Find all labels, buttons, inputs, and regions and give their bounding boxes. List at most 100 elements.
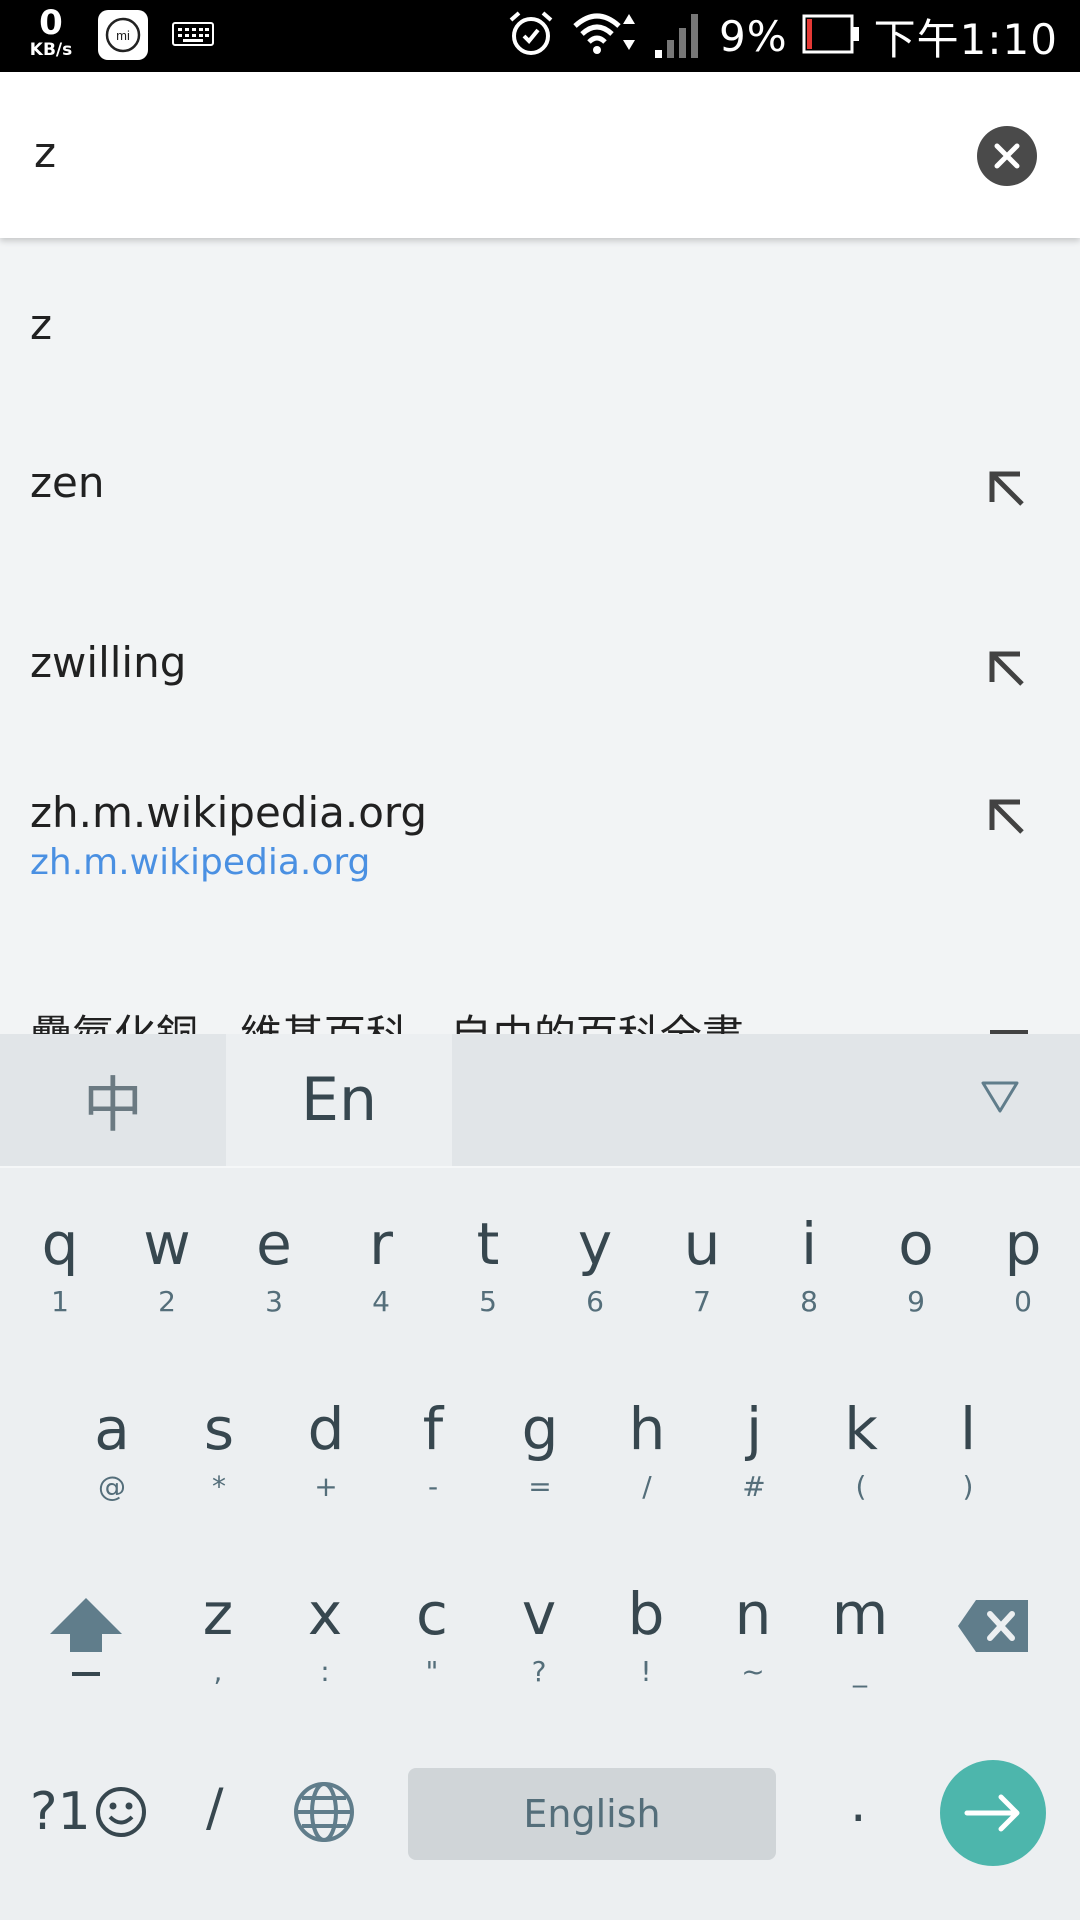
key-main-char: s bbox=[203, 1395, 235, 1463]
key-main-char: q bbox=[41, 1210, 79, 1278]
symbols-emoji-key[interactable]: ?1 bbox=[30, 1782, 149, 1842]
refine-arrow-icon[interactable] bbox=[984, 466, 1028, 510]
key-secondary-char: , bbox=[213, 1655, 223, 1688]
key-secondary-char: 0 bbox=[1014, 1285, 1032, 1318]
close-icon bbox=[994, 143, 1020, 169]
key-h[interactable]: h / bbox=[594, 1394, 700, 1504]
key-q[interactable]: q1 bbox=[7, 1209, 113, 1319]
key-main-char: k bbox=[844, 1395, 878, 1463]
key-b[interactable]: b! bbox=[593, 1579, 699, 1689]
key-secondary-char: 4 bbox=[372, 1285, 390, 1318]
key-secondary-char: 1 bbox=[51, 1285, 69, 1318]
key-secondary-char: 2 bbox=[158, 1285, 176, 1318]
key-secondary-char: ? bbox=[531, 1655, 547, 1688]
suggestion-text: zwilling bbox=[30, 638, 187, 687]
net-speed-value: 0 bbox=[39, 3, 63, 43]
suggestion-list: z zen zwilling zh.m.wikipedia.org zh.m.w… bbox=[0, 238, 1080, 1034]
key-s[interactable]: s * bbox=[166, 1394, 272, 1504]
clear-search-button[interactable] bbox=[977, 126, 1037, 186]
key-secondary-char: - bbox=[427, 1470, 439, 1503]
key-main-char: h bbox=[628, 1395, 666, 1463]
key-j[interactable]: j # bbox=[701, 1394, 807, 1504]
keyboard-language-bar: 中 En bbox=[0, 1034, 1080, 1168]
key-g[interactable]: g = bbox=[487, 1394, 593, 1504]
key-p[interactable]: p0 bbox=[970, 1209, 1076, 1319]
key-secondary-char: ! bbox=[640, 1655, 652, 1688]
key-o[interactable]: o9 bbox=[863, 1209, 969, 1319]
wifi-icon bbox=[571, 8, 639, 64]
key-z[interactable]: z, bbox=[165, 1579, 271, 1689]
key-main-char: f bbox=[422, 1395, 444, 1463]
key-r[interactable]: r4 bbox=[328, 1209, 434, 1319]
key-main-char: p bbox=[1004, 1210, 1042, 1278]
symbols-label: ?1 bbox=[30, 1782, 91, 1842]
suggestion-item[interactable]: zh.m.wikipedia.org zh.m.wikipedia.org bbox=[0, 778, 1080, 968]
backspace-key[interactable] bbox=[956, 1598, 1032, 1662]
key-main-char: z bbox=[202, 1580, 234, 1648]
key-main-char: a bbox=[94, 1395, 130, 1463]
key-f[interactable]: f- bbox=[380, 1394, 486, 1504]
battery-percent: 9% bbox=[719, 11, 788, 61]
shift-arrow-icon bbox=[50, 1598, 122, 1676]
key-secondary-char: 6 bbox=[586, 1285, 604, 1318]
alarm-icon bbox=[505, 8, 557, 64]
key-main-char: c bbox=[416, 1580, 448, 1648]
key-w[interactable]: w2 bbox=[114, 1209, 220, 1319]
soft-keyboard: 中 En q1w2e3r4t5y6u7i8o9p0 a @ s * d + f - g = h / j #… bbox=[0, 1034, 1080, 1920]
key-m[interactable]: m _ bbox=[807, 1579, 913, 1689]
key-l[interactable]: l) bbox=[915, 1394, 1021, 1504]
collapse-keyboard-icon[interactable] bbox=[980, 1080, 1020, 1114]
space-bar[interactable]: English bbox=[408, 1768, 776, 1860]
suggestion-url: zh.m.wikipedia.org bbox=[30, 842, 371, 883]
key-main-char: u bbox=[683, 1210, 721, 1278]
go-enter-button[interactable] bbox=[940, 1760, 1046, 1866]
refine-arrow-icon[interactable] bbox=[984, 646, 1028, 690]
key-secondary-char: 7 bbox=[693, 1285, 711, 1318]
chinese-mode-tab[interactable]: 中 bbox=[0, 1034, 226, 1166]
key-n[interactable]: n ~ bbox=[700, 1579, 806, 1689]
search-input[interactable]: z bbox=[34, 128, 56, 177]
network-speed: 0 KB/s bbox=[22, 6, 80, 59]
key-secondary-char: + bbox=[314, 1470, 338, 1503]
suggestion-item[interactable]: 疊氮化銅 - 維基百科，自由的百科全書 bbox=[0, 988, 1080, 1034]
key-e[interactable]: e3 bbox=[221, 1209, 327, 1319]
shift-key[interactable] bbox=[44, 1594, 128, 1690]
key-main-char: d bbox=[307, 1395, 345, 1463]
key-main-char: v bbox=[521, 1580, 557, 1648]
suggestion-item[interactable]: z bbox=[0, 238, 1080, 398]
key-a[interactable]: a @ bbox=[59, 1394, 165, 1504]
key-k[interactable]: k( bbox=[808, 1394, 914, 1504]
slash-key[interactable]: / bbox=[206, 1778, 224, 1838]
key-c[interactable]: c " bbox=[379, 1579, 485, 1689]
key-main-char: t bbox=[476, 1210, 500, 1278]
emoji-icon bbox=[95, 1787, 146, 1837]
key-main-char: e bbox=[256, 1210, 292, 1278]
key-main-char: l bbox=[959, 1395, 977, 1463]
key-u[interactable]: u7 bbox=[649, 1209, 755, 1319]
battery-icon bbox=[802, 14, 860, 58]
key-main-char: j bbox=[745, 1395, 763, 1463]
period-key[interactable]: . bbox=[850, 1774, 867, 1834]
search-bar: z bbox=[0, 72, 1080, 238]
key-secondary-char: : bbox=[320, 1655, 330, 1688]
key-secondary-char: @ bbox=[98, 1470, 126, 1503]
language-switch-key[interactable] bbox=[292, 1780, 356, 1848]
key-secondary-char: ( bbox=[855, 1470, 867, 1503]
refine-arrow-icon[interactable] bbox=[984, 794, 1028, 838]
key-v[interactable]: v? bbox=[486, 1579, 592, 1689]
key-secondary-char: * bbox=[212, 1470, 226, 1503]
globe-icon bbox=[294, 1782, 354, 1842]
key-secondary-char: / bbox=[642, 1470, 652, 1503]
suggestion-item[interactable]: zwilling bbox=[0, 588, 1080, 758]
key-t[interactable]: t5 bbox=[435, 1209, 541, 1319]
key-y[interactable]: y6 bbox=[542, 1209, 648, 1319]
key-secondary-char: ~ bbox=[741, 1655, 765, 1688]
english-mode-tab[interactable]: En bbox=[226, 1034, 452, 1166]
suggestion-text: 疊氮化銅 - 維基百科，自由的百科全書 bbox=[30, 1002, 744, 1034]
suggestion-item[interactable]: zen bbox=[0, 408, 1080, 578]
key-x[interactable]: x: bbox=[272, 1579, 378, 1689]
key-main-char: b bbox=[627, 1580, 665, 1648]
key-i[interactable]: i8 bbox=[756, 1209, 862, 1319]
suggestion-text: z bbox=[30, 300, 53, 349]
key-d[interactable]: d + bbox=[273, 1394, 379, 1504]
